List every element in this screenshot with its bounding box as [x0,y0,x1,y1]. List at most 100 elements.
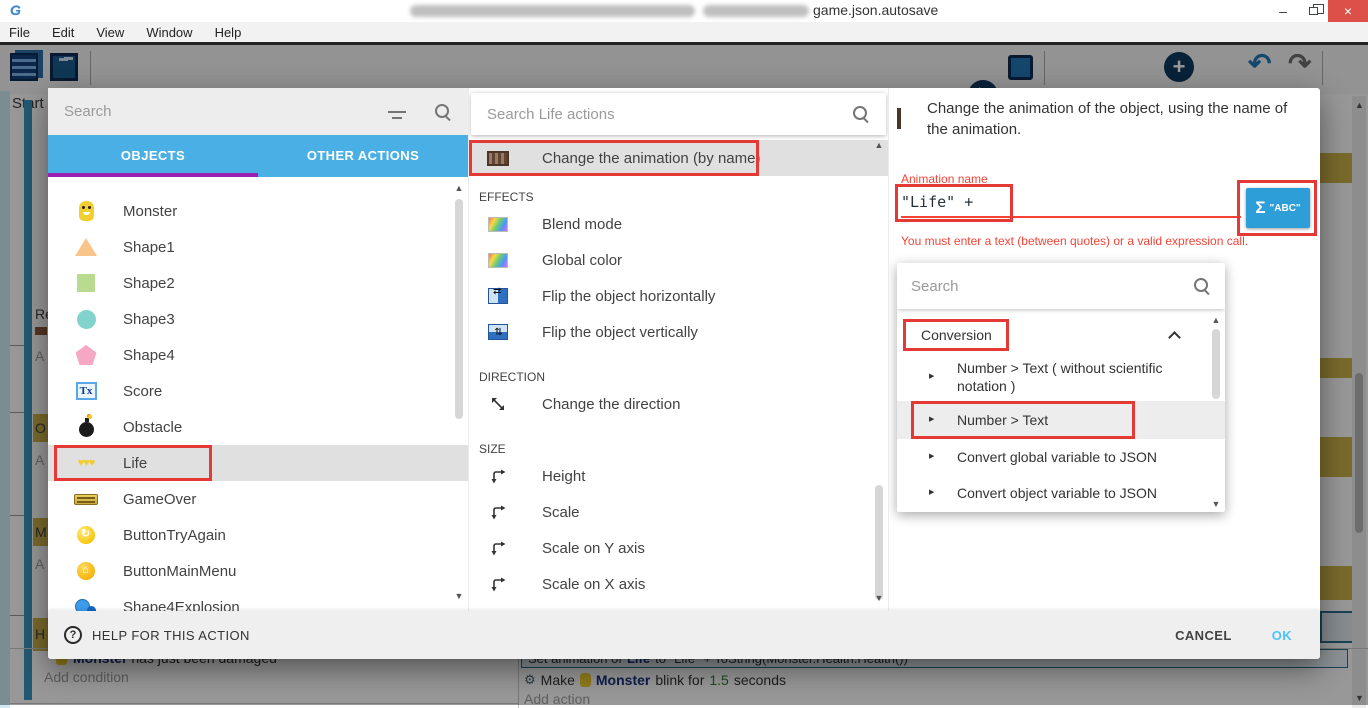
picker-search-input[interactable] [911,278,1193,295]
action-item[interactable]: Height [469,458,888,494]
circle-icon [73,306,99,332]
objects-scrollbar[interactable]: ▲ ▼ [453,183,465,601]
scrollbar-thumb[interactable] [875,485,883,600]
hearts-icon [73,450,99,476]
gdevelop-logo-icon: G [10,2,21,18]
expression-editor-button[interactable]: Σ "ABC" [1246,188,1310,228]
scroll-down-icon[interactable]: ▼ [453,591,465,601]
triangle-bullet-icon[interactable] [929,368,934,386]
film-icon [897,110,901,128]
objects-panel: OBJECTS OTHER ACTIONS Monster Shape1 Sha… [48,88,468,611]
menu-help[interactable]: Help [215,25,242,40]
banner-icon [73,486,99,512]
list-item[interactable]: Shape2 [48,265,468,301]
title-bar: G game.json.autosave – × [0,0,1368,22]
menu-edit[interactable]: Edit [52,25,74,40]
bomb-icon [73,414,99,440]
tab-objects[interactable]: OBJECTS [48,135,258,177]
action-item[interactable]: Scale [469,494,888,530]
global-color-icon [486,248,510,272]
action-editor-dialog: OBJECTS OTHER ACTIONS Monster Shape1 Sha… [48,88,1320,659]
tab-other-actions[interactable]: OTHER ACTIONS [258,135,468,177]
list-item[interactable]: Shape3 [48,301,468,337]
picker-item[interactable]: Convert object variable to JSON [897,475,1225,511]
direction-arrow-icon [486,392,510,416]
list-item[interactable]: Shape1 [48,229,468,265]
animation-name-input[interactable] [901,188,1241,218]
restore-button[interactable] [1298,0,1328,22]
list-item[interactable]: Shape4 [48,337,468,373]
list-item-life-selected[interactable]: Life [48,445,468,481]
validation-error: You must enter a text (between quotes) o… [901,234,1257,249]
list-item[interactable]: Score [48,373,468,409]
scroll-up-icon[interactable]: ▲ [1210,315,1222,325]
action-item[interactable]: Global color [469,242,888,278]
pentagon-icon [73,342,99,368]
field-label: Animation name [901,172,988,186]
list-item[interactable]: GameOver [48,481,468,517]
expression-picker: Conversion Number > Text ( without scien… [897,263,1225,512]
picker-search-bar [897,263,1225,309]
menu-window[interactable]: Window [146,25,192,40]
section-header: EFFECTS [469,176,888,206]
flip-vertical-icon [486,320,510,344]
list-item[interactable]: Monster [48,193,468,229]
scroll-down-icon[interactable]: ▼ [873,593,885,603]
chevron-up-icon[interactable] [1168,331,1181,344]
action-item[interactable]: Change the direction [469,386,888,422]
objects-tabs: OBJECTS OTHER ACTIONS [48,135,468,177]
action-item[interactable]: Width [469,602,888,611]
list-item[interactable]: ButtonMainMenu [48,553,468,589]
list-item[interactable]: Obstacle [48,409,468,445]
actions-search-input[interactable] [487,106,852,123]
search-icon[interactable] [434,103,452,121]
resize-icon [486,500,510,524]
action-item[interactable]: Scale on Y axis [469,530,888,566]
scrollbar-thumb[interactable] [1212,329,1220,399]
close-button[interactable]: × [1328,0,1368,22]
filter-icon[interactable] [388,111,406,113]
actions-search-bar [471,93,886,135]
menu-view[interactable]: View [96,25,124,40]
picker-item[interactable]: Number > Text ( without scientific notat… [897,353,1225,401]
action-item-selected[interactable]: Change the animation (by name) [469,140,888,176]
scrollbar-thumb[interactable] [455,199,463,419]
picker-group-conversion[interactable]: Conversion [897,317,1225,353]
triangle-bullet-icon[interactable] [929,411,934,429]
ok-button[interactable]: OK [1272,628,1292,643]
picker-scrollbar[interactable]: ▲ ▼ [1210,315,1222,509]
picker-item-selected[interactable]: Number > Text [897,401,1225,439]
actions-panel: Change the animation (by name) EFFECTS B… [468,88,888,611]
list-item[interactable]: ButtonTryAgain [48,517,468,553]
title-redacted-text [703,5,809,17]
menu-file[interactable]: File [9,25,30,40]
triangle-icon [73,234,99,260]
help-link[interactable]: HELP FOR THIS ACTION [92,628,250,643]
scroll-down-icon[interactable]: ▼ [1210,499,1222,509]
triangle-bullet-icon[interactable] [929,448,934,466]
list-item[interactable]: Shape4Explosion [48,589,468,611]
resize-icon [486,536,510,560]
action-item[interactable]: Flip the object vertically [469,314,888,350]
triangle-bullet-icon[interactable] [929,484,934,502]
picker-item[interactable]: Convert global variable to JSON [897,439,1225,475]
help-icon[interactable] [64,626,82,644]
cancel-button[interactable]: CANCEL [1175,628,1232,643]
scroll-up-icon[interactable]: ▲ [453,183,465,193]
action-item[interactable]: Flip the object horizontally [469,278,888,314]
minimize-button[interactable]: – [1268,0,1298,22]
window-title: game.json.autosave [813,2,938,18]
objects-list: Monster Shape1 Shape2 Shape3 Shape4 Scor… [48,177,468,611]
retry-button-icon [73,522,99,548]
active-tab-underline [48,173,258,177]
scroll-up-icon[interactable]: ▲ [873,140,885,150]
actions-list: Change the animation (by name) EFFECTS B… [469,88,888,611]
search-icon[interactable] [1193,277,1211,295]
objects-search-input[interactable] [64,103,374,120]
dialog-footer: HELP FOR THIS ACTION CANCEL OK [48,611,1320,659]
section-header: DIRECTION [469,356,888,386]
search-icon[interactable] [852,105,870,123]
action-item[interactable]: Blend mode [469,206,888,242]
actions-scrollbar[interactable]: ▲ ▼ [873,140,885,603]
action-item[interactable]: Scale on X axis [469,566,888,602]
